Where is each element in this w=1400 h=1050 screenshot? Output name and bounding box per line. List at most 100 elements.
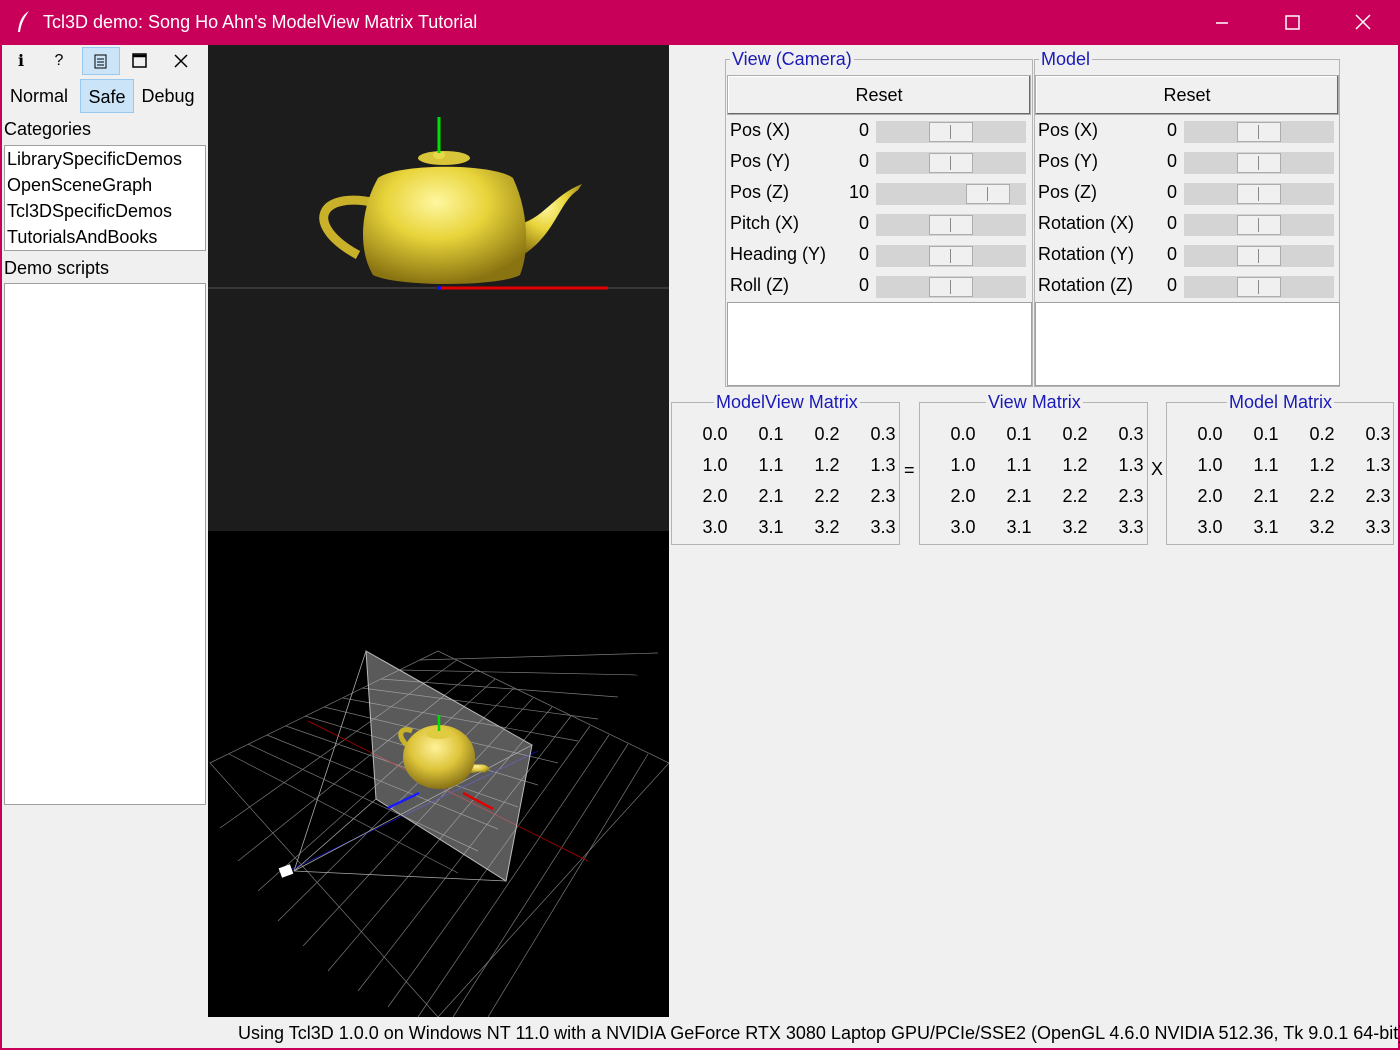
close-icon bbox=[174, 54, 188, 68]
exit-button[interactable] bbox=[162, 47, 200, 75]
modelview-matrix-cell: 3.1 bbox=[758, 517, 784, 537]
model-param-value: 0 bbox=[1166, 275, 1177, 295]
document-button[interactable] bbox=[82, 47, 120, 75]
model-matrix-cell: 0.1 bbox=[1253, 424, 1279, 444]
slider-thumb[interactable] bbox=[929, 246, 973, 266]
modelview-matrix-cell: 1.1 bbox=[758, 455, 784, 475]
slider-thumb[interactable] bbox=[1237, 184, 1281, 204]
view-matrix-cell: 2.0 bbox=[950, 486, 976, 506]
view-matrix-cell: 2.3 bbox=[1118, 486, 1144, 506]
model-matrix-cell: 2.1 bbox=[1253, 486, 1279, 506]
slider-thumb[interactable] bbox=[1237, 246, 1281, 266]
slider-thumb[interactable] bbox=[929, 215, 973, 235]
model-matrix-cell: 3.3 bbox=[1365, 517, 1391, 537]
modelview-matrix-title: ModelView Matrix bbox=[714, 392, 860, 413]
view-matrix-cell: 0.3 bbox=[1118, 424, 1144, 444]
view_camera-param-slider[interactable] bbox=[876, 183, 1026, 205]
model-matrix-cell: 3.2 bbox=[1309, 517, 1335, 537]
slider-thumb[interactable] bbox=[1237, 153, 1281, 173]
demo-scripts-list[interactable] bbox=[4, 283, 206, 805]
demo-scripts-label: Demo scripts bbox=[4, 258, 110, 278]
view_camera-param-slider[interactable] bbox=[876, 245, 1026, 267]
view_camera-param-label: Roll (Z) bbox=[730, 275, 789, 295]
view-matrix-cell: 1.3 bbox=[1118, 455, 1144, 475]
help-button[interactable]: ? bbox=[40, 47, 78, 75]
window-button[interactable] bbox=[121, 47, 159, 75]
minimize-icon bbox=[1216, 22, 1228, 24]
help-icon: ? bbox=[54, 52, 64, 69]
model-param-slider[interactable] bbox=[1184, 245, 1334, 267]
multiply-sign: X bbox=[1151, 459, 1164, 479]
modelview-matrix-cell: 2.2 bbox=[814, 486, 840, 506]
minimize-button[interactable] bbox=[1187, 0, 1257, 45]
scene-overview-render bbox=[209, 650, 670, 1018]
view-matrix-cell: 0.0 bbox=[950, 424, 976, 444]
view_camera-param-value: 0 bbox=[858, 275, 869, 295]
view_camera-param-slider[interactable] bbox=[876, 152, 1026, 174]
view-reset-button[interactable]: Reset bbox=[727, 75, 1031, 115]
slider-thumb[interactable] bbox=[929, 277, 973, 297]
slider-thumb[interactable] bbox=[929, 153, 973, 173]
list-item[interactable]: Tcl3DSpecificDemos bbox=[7, 201, 172, 222]
model-param-label: Pos (Y) bbox=[1038, 151, 1099, 171]
slider-thumb[interactable] bbox=[1237, 215, 1281, 235]
info-icon: i bbox=[17, 51, 25, 70]
categories-list[interactable]: LibrarySpecificDemos OpenSceneGraph Tcl3… bbox=[4, 145, 206, 251]
view_camera-param-value: 0 bbox=[858, 213, 869, 233]
client-area: i ? Normal Safe Debug Categories Library… bbox=[2, 45, 1400, 1048]
model-param-value: 0 bbox=[1166, 182, 1177, 202]
mode-normal-button[interactable]: Normal bbox=[2, 79, 76, 113]
categories-label: Categories bbox=[4, 119, 92, 139]
info-button[interactable]: i bbox=[2, 47, 40, 75]
model-matrix-cell: 1.3 bbox=[1365, 455, 1391, 475]
document-icon bbox=[94, 54, 107, 69]
maximize-button[interactable] bbox=[1257, 0, 1327, 45]
model-param-slider[interactable] bbox=[1184, 214, 1334, 236]
model-param-label: Pos (X) bbox=[1038, 120, 1099, 140]
modelview-matrix-cell: 1.3 bbox=[870, 455, 896, 475]
model-matrix-cell: 3.0 bbox=[1197, 517, 1223, 537]
model-param-slider[interactable] bbox=[1184, 121, 1334, 143]
model-param-slider[interactable] bbox=[1184, 152, 1334, 174]
view-info-box bbox=[727, 302, 1032, 386]
mode-safe-button[interactable]: Safe bbox=[80, 79, 134, 113]
mode-debug-button[interactable]: Debug bbox=[136, 79, 200, 113]
view-matrix-cell: 1.2 bbox=[1062, 455, 1088, 475]
model-matrix-cell: 1.1 bbox=[1253, 455, 1279, 475]
model-reset-button[interactable]: Reset bbox=[1035, 75, 1339, 115]
slider-thumb[interactable] bbox=[1237, 122, 1281, 142]
view-matrix-cell: 0.2 bbox=[1062, 424, 1088, 444]
model-param-value: 0 bbox=[1166, 213, 1177, 233]
slider-thumb[interactable] bbox=[929, 122, 973, 142]
model-matrix-cell: 2.0 bbox=[1197, 486, 1223, 506]
list-item[interactable]: OpenSceneGraph bbox=[7, 175, 152, 196]
equals-sign: = bbox=[904, 460, 915, 480]
model-param-value: 0 bbox=[1166, 120, 1177, 140]
slider-thumb[interactable] bbox=[966, 184, 1010, 204]
title-bar[interactable]: Tcl3D demo: Song Ho Ahn's ModelView Matr… bbox=[0, 0, 1400, 45]
view_camera-param-slider[interactable] bbox=[876, 276, 1026, 298]
model-param-label: Rotation (X) bbox=[1038, 213, 1135, 233]
view-matrix-cell: 2.1 bbox=[1006, 486, 1032, 506]
window-icon bbox=[132, 53, 147, 68]
camera-view-viewport[interactable] bbox=[208, 45, 669, 531]
view_camera-param-slider[interactable] bbox=[876, 121, 1026, 143]
close-button[interactable] bbox=[1328, 0, 1398, 45]
view-camera-title: View (Camera) bbox=[730, 49, 854, 70]
list-item[interactable]: LibrarySpecificDemos bbox=[7, 149, 182, 170]
list-item[interactable]: TutorialsAndBooks bbox=[7, 227, 157, 248]
slider-thumb[interactable] bbox=[1237, 277, 1281, 297]
view_camera-param-value: 0 bbox=[858, 120, 869, 140]
modelview-matrix-cell: 0.3 bbox=[870, 424, 896, 444]
model-param-value: 0 bbox=[1166, 151, 1177, 171]
model-param-label: Rotation (Z) bbox=[1038, 275, 1134, 295]
teapot-front-render bbox=[208, 117, 669, 290]
view-matrix-cell: 3.3 bbox=[1118, 517, 1144, 537]
view-matrix-cell: 1.0 bbox=[950, 455, 976, 475]
scene-overview-viewport[interactable] bbox=[208, 531, 670, 1018]
model-matrix-cell: 1.0 bbox=[1197, 455, 1223, 475]
model-matrix-cell: 0.2 bbox=[1309, 424, 1335, 444]
model-param-slider[interactable] bbox=[1184, 276, 1334, 298]
view_camera-param-slider[interactable] bbox=[876, 214, 1026, 236]
model-param-slider[interactable] bbox=[1184, 183, 1334, 205]
